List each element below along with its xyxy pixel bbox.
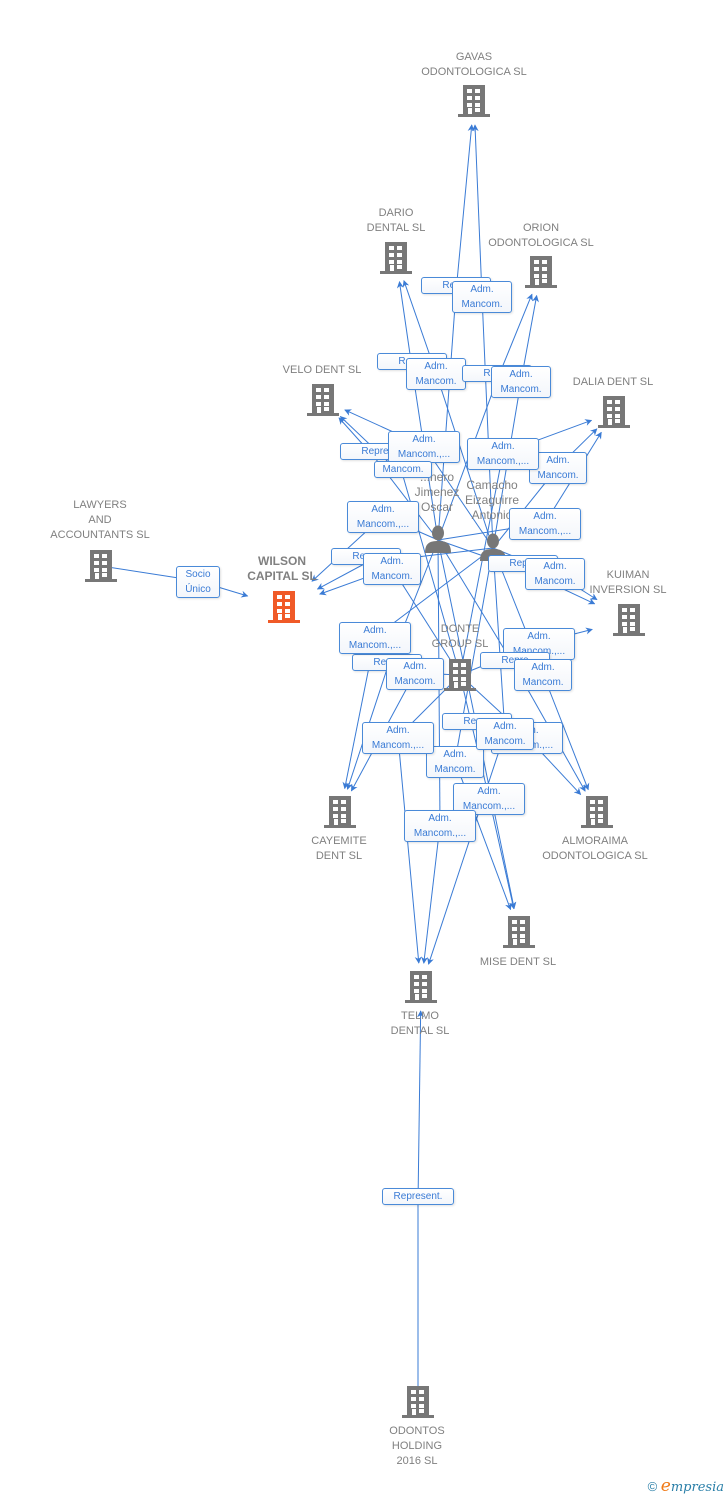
footer-brand: © empresia bbox=[648, 1476, 724, 1496]
edge-label-adm[interactable]: Adm. Mancom.,... bbox=[362, 722, 434, 754]
company-name-wilson[interactable]: WILSON CAPITAL SL bbox=[247, 554, 317, 584]
company-name-kuiman[interactable]: KUIMAN INVERSION SL bbox=[589, 568, 666, 598]
copyright-symbol: © bbox=[647, 1479, 658, 1494]
brand-logo-text: mpresia bbox=[670, 1480, 724, 1495]
company-name-mise[interactable]: MISE DENT SL bbox=[480, 955, 556, 970]
company-building-icon-odontos[interactable] bbox=[402, 1386, 434, 1418]
company-building-icon-dario[interactable] bbox=[380, 242, 412, 274]
edge-label-adm[interactable]: Adm. Mancom. bbox=[525, 558, 585, 590]
company-name-almoraima[interactable]: ALMORAIMA ODONTOLOGICA SL bbox=[542, 834, 648, 864]
edge-label-socio[interactable]: Socio Único bbox=[176, 566, 220, 598]
company-building-icon-mise[interactable] bbox=[503, 916, 535, 948]
company-name-dario[interactable]: DARIO DENTAL SL bbox=[367, 206, 426, 236]
edge-label-adm[interactable]: Adm. Mancom. bbox=[476, 718, 534, 750]
edge-label-adm[interactable]: Adm. Mancom.,... bbox=[339, 622, 411, 654]
edge-label-mancom[interactable]: Mancom. bbox=[374, 461, 432, 478]
company-name-dalia[interactable]: DALIA DENT SL bbox=[573, 375, 654, 390]
company-building-icon-gavas[interactable] bbox=[458, 85, 490, 117]
company-building-icon-telmo[interactable] bbox=[405, 971, 437, 1003]
edge-arrow-donte-telmo bbox=[397, 736, 422, 964]
edge-label-adm[interactable]: Adm. Mancom. bbox=[386, 658, 444, 690]
company-name-gavas[interactable]: GAVAS ODONTOLOGICA SL bbox=[421, 50, 527, 80]
edge-label-adm[interactable]: Adm. Mancom. bbox=[491, 366, 551, 398]
edge-label-adm[interactable]: Adm. Mancom. bbox=[426, 746, 484, 778]
edge-label-represent[interactable]: Represent. bbox=[382, 1188, 454, 1205]
company-building-icon-cayemite[interactable] bbox=[324, 796, 356, 828]
company-building-icon-kuiman[interactable] bbox=[613, 604, 645, 636]
company-name-cayemite[interactable]: CAYEMITE DENT SL bbox=[311, 834, 366, 864]
edge-label-adm[interactable]: Adm. Mancom. bbox=[452, 281, 512, 313]
company-name-orion[interactable]: ORION ODONTOLOGICA SL bbox=[488, 221, 594, 251]
edge-label-adm[interactable]: Adm. Mancom. bbox=[514, 659, 572, 691]
edge-label-adm[interactable]: Adm. Mancom.,... bbox=[388, 431, 460, 463]
company-name-velo[interactable]: VELO DENT SL bbox=[283, 363, 362, 378]
edge-label-adm[interactable]: Adm. Mancom.,... bbox=[467, 438, 539, 470]
person-icon-romero[interactable] bbox=[425, 525, 451, 554]
edge-label-adm[interactable]: Adm. Mancom.,... bbox=[509, 508, 581, 540]
brand-logo-initial: e bbox=[660, 1476, 671, 1496]
edge-label-adm[interactable]: Adm. Mancom. bbox=[406, 358, 466, 390]
edge-arrow-camacho-wilson bbox=[316, 562, 367, 590]
company-name-odontos[interactable]: ODONTOS HOLDING 2016 SL bbox=[389, 1424, 444, 1469]
edge-arrow-odontos-telmo bbox=[417, 1010, 425, 1204]
company-building-icon-velo[interactable] bbox=[307, 384, 339, 416]
edge-arrow-romero-gavas bbox=[455, 124, 475, 293]
edges-layer bbox=[100, 124, 602, 1402]
focus-company-building-icon-wilson[interactable] bbox=[268, 591, 300, 623]
company-building-icon-lawyers[interactable] bbox=[85, 550, 117, 582]
company-building-icon-almoraima[interactable] bbox=[581, 796, 613, 828]
company-name-telmo[interactable]: TELMO DENTAL SL bbox=[391, 1009, 450, 1039]
company-name-lawyers[interactable]: LAWYERS AND ACCOUNTANTS SL bbox=[50, 498, 149, 543]
edge-label-adm[interactable]: Adm. Mancom.,... bbox=[404, 810, 476, 842]
company-name-donte[interactable]: DONTE GROUP SL bbox=[432, 622, 489, 652]
edge-label-adm[interactable]: Adm. Mancom.,... bbox=[347, 501, 419, 533]
company-building-icon-orion[interactable] bbox=[525, 256, 557, 288]
edge-label-adm[interactable]: Adm. Mancom. bbox=[363, 553, 421, 585]
edge-arrow-romero-telmo bbox=[421, 824, 441, 964]
company-building-icon-dalia[interactable] bbox=[598, 396, 630, 428]
edge-arrow-camacho-gavas bbox=[471, 124, 483, 297]
